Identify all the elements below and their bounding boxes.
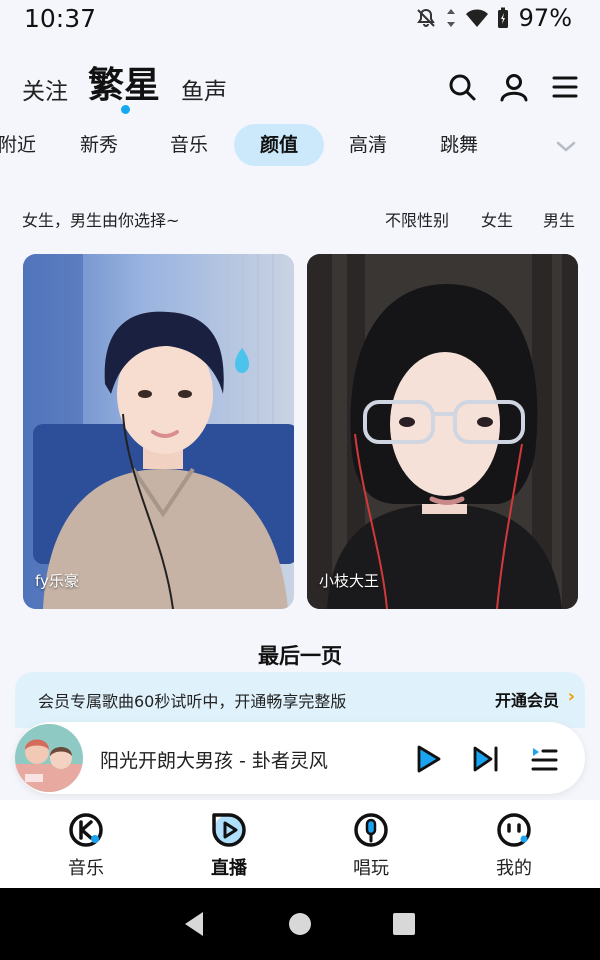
category-item[interactable]: 附近 [0,124,52,166]
category-bar: 附近 新秀 音乐 颜值 高清 跳舞 [0,124,600,170]
wifi-icon [465,8,489,28]
nav-music[interactable]: 音乐 [36,810,136,880]
search-icon[interactable] [447,72,477,102]
menu-icon[interactable] [551,72,581,102]
streamer-name: 小枝大王 [319,572,380,590]
stream-card[interactable]: fy乐豪 [23,254,294,609]
playlist-icon[interactable] [529,744,559,774]
nav-label: 唱玩 [353,858,389,879]
open-vip-button[interactable]: 开通会员 [495,687,559,711]
active-tab-indicator [121,105,130,114]
end-of-list-label: 最后一页 [258,644,342,668]
category-item[interactable]: 新秀 [64,124,134,166]
nav-sing[interactable]: 唱玩 [321,810,421,880]
battery-icon [497,7,509,29]
profile-icon[interactable] [499,72,529,102]
status-time: 10:37 [24,4,97,33]
mini-player[interactable]: 阳光开朗大男孩 - 卦者灵风 [15,722,585,794]
streamer-name: fy乐豪 [35,572,79,590]
nav-live[interactable]: 直播 [179,810,279,880]
stream-card[interactable]: 小枝大王 [307,254,578,609]
tab-fanxing[interactable]: 繁星 [88,56,160,108]
stream-thumbnail [307,254,578,609]
microphone-icon [351,810,391,850]
category-item[interactable]: 音乐 [154,124,224,166]
status-icons: 97% [415,4,572,32]
top-nav: 关注 繁星 鱼声 [0,50,600,120]
bottom-nav: 音乐 直播 唱玩 我的 [0,800,600,888]
recents-icon[interactable] [392,910,416,942]
mute-notification-icon [415,7,437,29]
tab-follow[interactable]: 关注 [22,72,68,106]
album-cover[interactable] [15,724,83,792]
vip-banner-text: 会员专属歌曲60秒试听中，开通畅享完整版 [38,692,347,711]
category-item-selected[interactable]: 颜值 [234,124,324,166]
system-nav-bar [0,888,600,960]
tab-yusheng[interactable]: 鱼声 [181,72,227,106]
filter-any-gender[interactable]: 不限性别 [385,207,449,231]
nav-label: 我的 [496,858,532,879]
back-icon[interactable] [181,910,207,942]
data-arrows-icon [445,7,457,29]
gender-filter: 女生，男生由你选择~ 不限性别 女生 男生 [0,204,600,234]
nav-label: 直播 [211,858,247,879]
nav-label: 音乐 [68,858,104,879]
nav-mine[interactable]: 我的 [464,810,564,880]
category-item[interactable]: 高清 [333,124,403,166]
stream-thumbnail [23,254,294,609]
status-bar: 10:37 97% [0,0,600,40]
battery-percent: 97% [518,4,572,32]
next-icon[interactable] [471,744,501,774]
filter-male[interactable]: 男生 [543,207,575,231]
now-playing-title: 阳光开朗大男孩 - 卦者灵风 [100,750,328,772]
vip-banner: 会员专属歌曲60秒试听中，开通畅享完整版 开通会员 › [15,672,585,728]
k-music-icon [66,810,106,850]
category-item[interactable]: 跳舞 [424,124,494,166]
play-icon[interactable] [413,744,443,774]
home-icon[interactable] [288,910,312,942]
filter-female[interactable]: 女生 [481,207,513,231]
chevron-right-icon: › [567,686,575,707]
filter-hint: 女生，男生由你选择~ [22,211,180,230]
chevron-down-icon[interactable] [553,136,579,156]
live-play-icon [209,810,249,850]
face-icon [494,810,534,850]
